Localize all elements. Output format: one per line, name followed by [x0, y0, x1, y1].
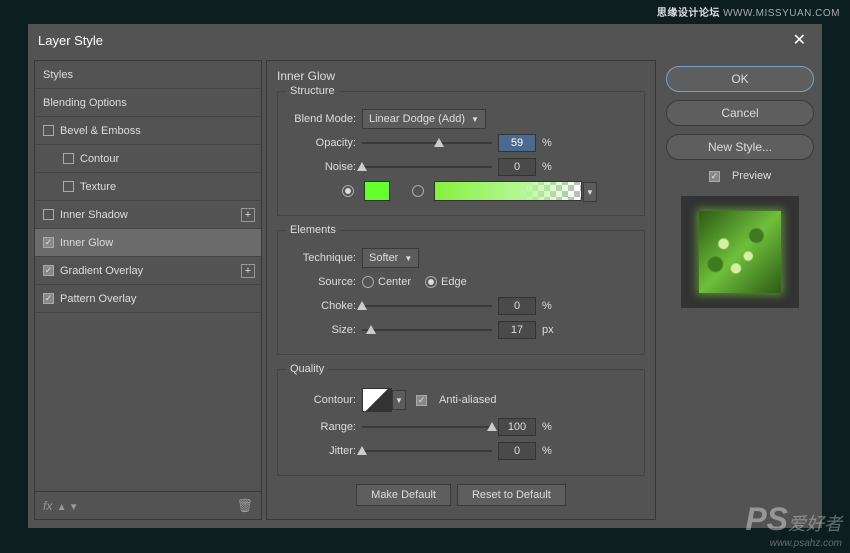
gradient-radio[interactable]	[412, 185, 424, 197]
watermark-top: 思缘设计论坛 WWW.MISSYUAN.COM	[657, 4, 840, 19]
sidebar-item-styles[interactable]: Styles	[35, 61, 261, 89]
checkbox-icon[interactable]: ✓	[43, 265, 54, 276]
range-input[interactable]: 100	[498, 418, 536, 436]
technique-select[interactable]: Softer▼	[362, 248, 419, 268]
chevron-down-icon: ▼	[395, 396, 403, 405]
sidebar-item-inner-shadow[interactable]: Inner Shadow+	[35, 201, 261, 229]
choke-input[interactable]: 0	[498, 297, 536, 315]
sidebar-item-contour[interactable]: Contour	[35, 145, 261, 173]
sidebar-item-inner-glow[interactable]: ✓Inner Glow	[35, 229, 261, 257]
size-slider[interactable]	[362, 323, 492, 337]
structure-group: Structure Blend Mode: Linear Dodge (Add)…	[277, 85, 645, 216]
source-edge-radio[interactable]	[425, 276, 437, 288]
checkbox-icon[interactable]	[63, 181, 74, 192]
source-center-radio[interactable]	[362, 276, 374, 288]
titlebar: Layer Style ✕	[28, 24, 822, 56]
blend-mode-select[interactable]: Linear Dodge (Add)▼	[362, 109, 486, 129]
opacity-input[interactable]: 59	[498, 134, 536, 152]
checkbox-icon[interactable]	[43, 209, 54, 220]
contour-dropdown[interactable]: ▼	[392, 390, 406, 410]
watermark-bottom: PS爱好者 www.psahz.com	[745, 501, 842, 549]
dialog-title: Layer Style	[38, 33, 103, 48]
close-icon[interactable]: ✕	[787, 26, 812, 54]
chevron-down-icon: ▼	[471, 115, 479, 124]
opacity-slider[interactable]	[362, 136, 492, 150]
new-style-button[interactable]: New Style...	[666, 134, 814, 160]
reset-default-button[interactable]: Reset to Default	[457, 484, 566, 506]
styles-sidebar: Styles Blending Options Bevel & Emboss C…	[34, 60, 262, 520]
noise-slider[interactable]	[362, 160, 492, 174]
choke-slider[interactable]	[362, 299, 492, 313]
checkbox-icon[interactable]: ✓	[43, 293, 54, 304]
chevron-down-icon: ▼	[404, 254, 412, 263]
preview-image	[699, 211, 781, 293]
jitter-slider[interactable]	[362, 444, 492, 458]
anti-aliased-checkbox[interactable]: ✓	[416, 395, 427, 406]
layer-style-dialog: Layer Style ✕ Styles Blending Options Be…	[28, 24, 822, 528]
sidebar-item-bevel[interactable]: Bevel & Emboss	[35, 117, 261, 145]
jitter-input[interactable]: 0	[498, 442, 536, 460]
cancel-button[interactable]: Cancel	[666, 100, 814, 126]
make-default-button[interactable]: Make Default	[356, 484, 451, 506]
checkbox-icon[interactable]	[43, 125, 54, 136]
ok-button[interactable]: OK	[666, 66, 814, 92]
elements-group: Elements Technique: Softer▼ Source: Cent…	[277, 224, 645, 355]
checkbox-icon[interactable]: ✓	[43, 237, 54, 248]
color-swatch[interactable]	[364, 181, 390, 201]
plus-icon[interactable]: +	[241, 208, 255, 222]
trash-icon[interactable]: 🗑	[236, 498, 253, 514]
arrow-down-icon[interactable]: ▼	[69, 502, 81, 513]
right-panel: OK Cancel New Style... ✓ Preview	[660, 60, 816, 520]
preview-checkbox[interactable]: ✓	[709, 171, 720, 182]
color-radio[interactable]	[342, 185, 354, 197]
contour-swatch[interactable]	[362, 388, 392, 412]
sidebar-item-texture[interactable]: Texture	[35, 173, 261, 201]
arrow-up-icon[interactable]: ▲	[57, 502, 69, 513]
preview-box	[681, 196, 799, 308]
chevron-down-icon[interactable]: ▼	[583, 182, 597, 202]
checkbox-icon[interactable]	[63, 153, 74, 164]
gradient-swatch[interactable]: ▼	[434, 181, 582, 201]
settings-panel: Inner Glow Structure Blend Mode: Linear …	[266, 60, 656, 520]
sidebar-item-pattern-overlay[interactable]: ✓Pattern Overlay	[35, 285, 261, 313]
fx-icon[interactable]: fx	[43, 499, 52, 513]
noise-input[interactable]: 0	[498, 158, 536, 176]
sidebar-footer: fx ▲▼ 🗑	[34, 492, 262, 520]
sidebar-item-blending[interactable]: Blending Options	[35, 89, 261, 117]
plus-icon[interactable]: +	[241, 264, 255, 278]
panel-title: Inner Glow	[277, 69, 645, 83]
sidebar-item-gradient-overlay[interactable]: ✓Gradient Overlay+	[35, 257, 261, 285]
size-input[interactable]: 17	[498, 321, 536, 339]
range-slider[interactable]	[362, 420, 492, 434]
quality-group: Quality Contour: ▼ ✓ Anti-aliased Range:…	[277, 363, 645, 476]
